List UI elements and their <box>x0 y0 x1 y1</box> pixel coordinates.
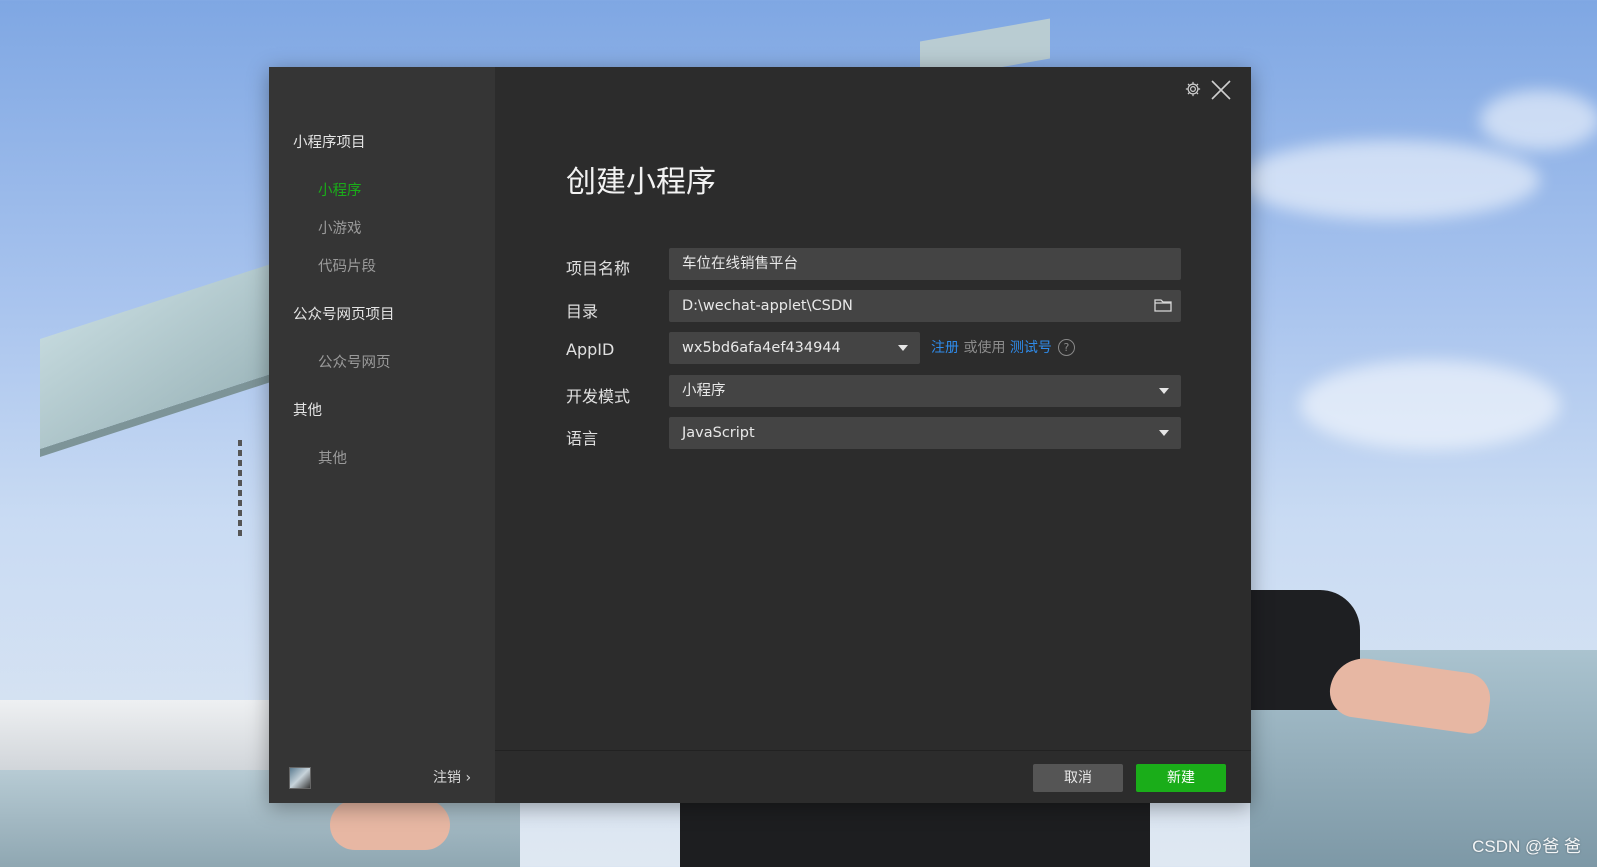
watermark: CSDN @爸 爸 <box>1472 837 1581 856</box>
appid-label: AppID <box>566 340 615 359</box>
appid-select[interactable]: wx5bd6afa4ef434944 <box>669 332 920 364</box>
or-use-text: 或使用 <box>959 340 1010 356</box>
create-button[interactable]: 新建 <box>1136 764 1226 792</box>
cancel-button[interactable]: 取消 <box>1033 764 1123 792</box>
main-panel: 创建小程序 项目名称 目录 AppID wx5bd6afa4ef434944 注… <box>495 67 1251 803</box>
dev-mode-label: 开发模式 <box>566 387 631 406</box>
dev-mode-value: 小程序 <box>682 383 726 399</box>
project-name-label: 项目名称 <box>566 259 631 278</box>
page-title: 创建小程序 <box>566 165 716 200</box>
cloud <box>1240 140 1540 220</box>
project-name-input[interactable] <box>682 254 1132 271</box>
language-select[interactable]: JavaScript <box>669 417 1181 449</box>
suit-bottom <box>680 800 1150 867</box>
hand <box>330 800 450 850</box>
footer-divider <box>495 750 1251 751</box>
sidebar: 小程序项目 小程序 小游戏 代码片段 公众号网页项目 公众号网页 其他 其他 注… <box>269 67 495 803</box>
sidebar-group-miniprogram: 小程序项目 <box>293 135 366 151</box>
directory-input[interactable] <box>682 298 1132 314</box>
directory-label: 目录 <box>566 302 599 321</box>
avatar[interactable] <box>289 767 311 789</box>
lifeguard-roof <box>40 261 280 449</box>
sidebar-item-miniprogram[interactable]: 小程序 <box>318 179 362 200</box>
dev-mode-select[interactable]: 小程序 <box>669 375 1181 407</box>
sidebar-group-other: 其他 <box>293 403 322 419</box>
appid-value: wx5bd6afa4ef434944 <box>682 340 841 356</box>
test-account-link[interactable]: 测试号 <box>1010 337 1052 357</box>
create-project-dialog: 小程序项目 小程序 小游戏 代码片段 公众号网页项目 公众号网页 其他 其他 注… <box>269 67 1251 803</box>
chevron-down-icon <box>1159 388 1169 394</box>
register-link[interactable]: 注册 <box>931 337 959 357</box>
appid-links: 注册 或使用 测试号 ? <box>931 337 1075 357</box>
logout-link[interactable]: 注销 › <box>433 767 471 787</box>
sidebar-item-official-webpage[interactable]: 公众号网页 <box>318 351 391 372</box>
help-icon[interactable]: ? <box>1057 338 1075 356</box>
cloud <box>1480 90 1597 150</box>
chevron-down-icon <box>1159 430 1169 436</box>
sidebar-item-other[interactable]: 其他 <box>318 447 347 468</box>
folder-icon[interactable] <box>1154 297 1172 313</box>
language-value: JavaScript <box>682 425 755 441</box>
sidebar-group-official-account: 公众号网页项目 <box>293 307 395 323</box>
directory-field[interactable] <box>669 290 1181 322</box>
cloud <box>1300 360 1560 450</box>
project-name-field[interactable] <box>669 248 1181 280</box>
chain <box>238 440 242 540</box>
chevron-down-icon <box>898 345 908 351</box>
gear-icon[interactable] <box>1184 80 1202 98</box>
sidebar-item-code-snippet[interactable]: 代码片段 <box>318 255 376 276</box>
close-icon[interactable] <box>1210 79 1232 101</box>
language-label: 语言 <box>566 429 599 448</box>
sidebar-item-minigame[interactable]: 小游戏 <box>318 217 362 238</box>
